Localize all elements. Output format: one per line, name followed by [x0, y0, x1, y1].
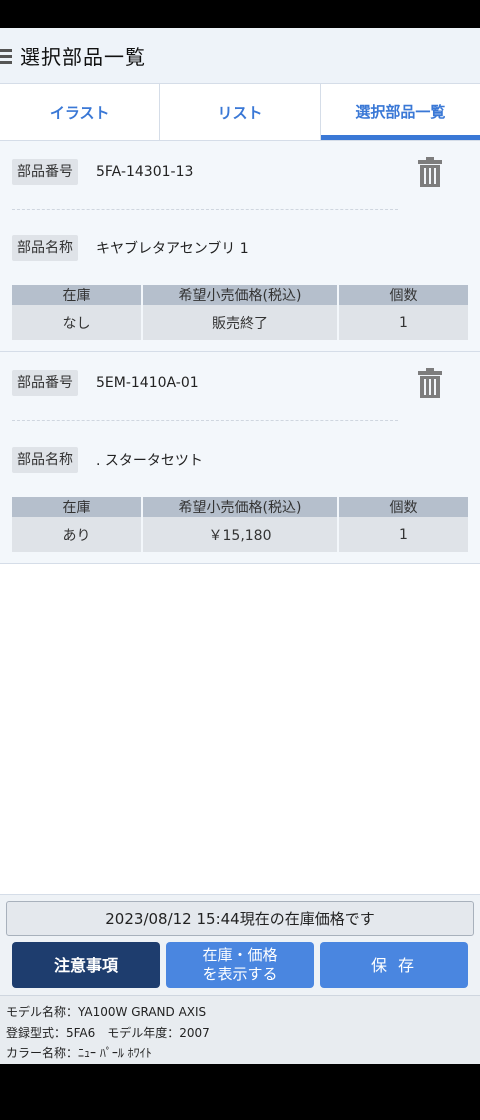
part-number-row: 部品番号 5FA-14301-13: [12, 159, 193, 185]
tab-selected-parts[interactable]: 選択部品一覧: [320, 84, 480, 140]
model-name: モデル名称：YA100W GRAND AXIS: [6, 1005, 207, 1019]
stock-price-notice: 2023/08/12 15:44現在の在庫価格です: [6, 901, 474, 936]
page-title: 選択部品一覧: [20, 45, 146, 69]
part-name-value: キヤブレタアセンブリ 1: [96, 241, 249, 257]
show-button-line2: を表示する: [202, 965, 278, 983]
show-button-line1: 在庫・価格: [202, 946, 278, 964]
part-number-value: 5EM-1410A-01: [96, 375, 199, 391]
price-header: 希望小売価格(税込): [142, 285, 339, 305]
part-number-label: 部品番号: [12, 370, 78, 396]
part-name-label: 部品名称: [12, 447, 78, 473]
trash-icon[interactable]: [418, 157, 442, 187]
part-name-value: . スタータセツト: [96, 453, 203, 469]
status-bar: [0, 0, 480, 28]
part-number-label: 部品番号: [12, 159, 78, 185]
save-button[interactable]: 保 存: [320, 942, 468, 988]
color-name: カラー名称：ﾆｭｰ ﾊﾟｰﾙ ﾎﾜｲﾄ: [6, 1046, 152, 1060]
part-number-value: 5FA-14301-13: [96, 164, 194, 180]
price-value: 販売終了: [142, 305, 339, 340]
stock-table: 在庫 希望小売価格(税込) 個数 あり ￥15,180 1: [12, 497, 468, 552]
model-type: 登録型式：5FA6 モデル年度：2007: [6, 1025, 210, 1040]
quantity-value: 1: [338, 305, 468, 340]
part-card: 部品番号 5FA-14301-13 部品名称 キヤブレタアセンブリ 1 在庫 希…: [0, 141, 480, 352]
part-name-label: 部品名称: [12, 235, 78, 261]
stock-header: 在庫: [12, 285, 143, 305]
app-header: 選択部品一覧: [0, 28, 480, 84]
stock-table: 在庫 希望小売価格(税込) 個数 なし 販売終了 1: [12, 285, 468, 340]
part-name-row: 部品名称 キヤブレタアセンブリ 1: [12, 235, 249, 261]
footer-panel: 2023/08/12 15:44現在の在庫価格です 注意事項 在庫・価格 を表示…: [0, 894, 480, 1064]
stock-value: あり: [12, 517, 143, 552]
part-number-row: 部品番号 5EM-1410A-01: [12, 370, 199, 396]
quantity-header: 個数: [338, 497, 468, 517]
show-stock-price-label: 在庫・価格 を表示する: [202, 946, 277, 984]
stock-value: なし: [12, 305, 143, 340]
quantity-header: 個数: [338, 285, 468, 305]
show-stock-price-button[interactable]: 在庫・価格 を表示する: [166, 942, 314, 988]
notes-button[interactable]: 注意事項: [12, 942, 160, 988]
part-card: 部品番号 5EM-1410A-01 部品名称 . スタータセツト 在庫 希望小売…: [0, 352, 480, 564]
tab-illustration[interactable]: イラスト: [0, 84, 161, 140]
model-info: モデル名称：YA100W GRAND AXIS 登録型式：5FA6 モデル年度：…: [0, 995, 480, 1064]
divider: [12, 420, 398, 421]
navigation-bar: [0, 1064, 480, 1120]
price-header: 希望小売価格(税込): [142, 497, 339, 517]
price-value: ￥15,180: [142, 517, 339, 552]
trash-icon[interactable]: [418, 368, 442, 398]
quantity-value: 1: [338, 517, 468, 552]
menu-icon[interactable]: [0, 48, 12, 64]
tab-list[interactable]: リスト: [160, 84, 321, 140]
divider: [12, 209, 398, 210]
stock-header: 在庫: [12, 497, 143, 517]
part-name-row: 部品名称 . スタータセツト: [12, 447, 203, 473]
tab-bar: イラスト リスト 選択部品一覧: [0, 84, 480, 141]
app-screen: 選択部品一覧 イラスト リスト 選択部品一覧 部品番号 5FA-14301-13…: [0, 28, 480, 1064]
